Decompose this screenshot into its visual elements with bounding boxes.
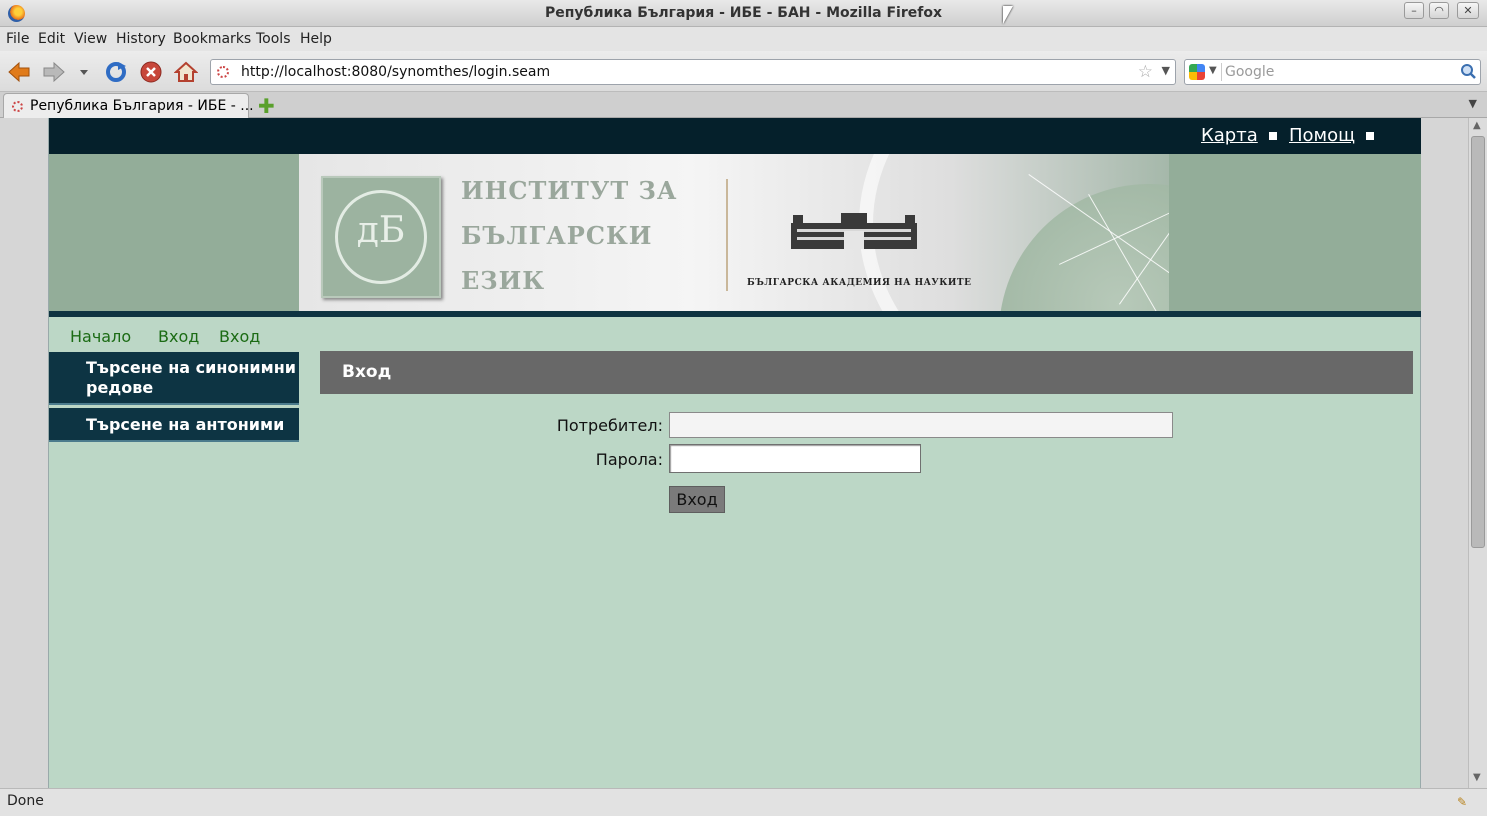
url-dropdown-icon[interactable]: ▼	[1162, 64, 1170, 77]
sidebar-item-label[interactable]: Търсене на синонимни редове	[86, 358, 299, 398]
breadcrumb-login[interactable]: Вход	[158, 327, 199, 346]
stop-icon[interactable]	[139, 60, 163, 84]
search-input[interactable]	[1225, 63, 1453, 81]
academy-name: БЪЛГАРСКА АКАДЕМИЯ НА НАУКИТЕ	[747, 278, 972, 288]
panel-header: Вход	[320, 351, 1413, 394]
navigation-toolbar: http://localhost:8080/synomthes/login.se…	[0, 51, 1487, 92]
password-label: Парола:	[595, 450, 663, 469]
menu-view[interactable]: View	[74, 31, 107, 47]
tab-loading-icon	[12, 101, 23, 112]
tab-bar: Република България - ИБЕ - ... ✚ ▼	[0, 92, 1487, 118]
site-banner: дБ ИНСТИТУТ ЗА БЪЛГАРСКИ ЕЗИК БЪЛГАРСКА …	[299, 154, 1169, 311]
back-arrow-icon[interactable]	[7, 60, 31, 84]
link-help[interactable]: Помощ	[1289, 125, 1355, 146]
status-text: Done	[7, 793, 44, 809]
tab-active[interactable]: Република България - ИБЕ - ...	[3, 93, 254, 118]
sidebar-item-antonyms[interactable]: Търсене на антоними	[49, 408, 299, 442]
separator-square	[1366, 132, 1374, 140]
panel-title: Вход	[342, 362, 392, 382]
status-bar: Done ✎	[0, 788, 1487, 816]
tab-title[interactable]: Република България - ИБЕ - ...	[30, 98, 254, 114]
minimize-button[interactable]: –	[1404, 2, 1424, 19]
search-bar: ▼	[1184, 59, 1481, 85]
window-title: Република България - ИБЕ - БАН - Mozilla…	[544, 5, 942, 21]
url-bar[interactable]: http://localhost:8080/synomthes/login.se…	[210, 59, 1176, 85]
maximize-button[interactable]: ◠	[1429, 2, 1449, 19]
banner-area: дБ ИНСТИТУТ ЗА БЪЛГАРСКИ ЕЗИК БЪЛГАРСКА …	[49, 154, 1421, 311]
page-loading-icon	[217, 66, 229, 78]
scroll-up-icon[interactable]: ▲	[1473, 120, 1481, 131]
engine-dropdown-icon[interactable]: ▼	[1209, 65, 1217, 76]
sidebar-item-label[interactable]: Търсене на антоними	[86, 415, 284, 435]
username-label: Потребител:	[556, 416, 663, 435]
menu-tools[interactable]: Tools	[256, 31, 291, 47]
menu-bar: File Edit View History Bookmarks Tools H…	[0, 27, 1487, 51]
breadcrumb-home[interactable]: Начало	[70, 327, 131, 346]
mouse-cursor-icon	[1003, 6, 1013, 24]
scrollbar-thumb[interactable]	[1471, 136, 1485, 548]
sidebar-item-synonyms[interactable]: Търсене на синонимни редове	[49, 352, 299, 405]
home-icon[interactable]	[174, 60, 198, 84]
login-button[interactable]: Вход	[669, 486, 725, 513]
institute-seal-logo: дБ	[321, 176, 441, 298]
separator-square	[1269, 132, 1277, 140]
academy-building-icon	[791, 213, 917, 249]
menu-file[interactable]: File	[6, 31, 29, 47]
bookmark-star-icon[interactable]: ☆	[1138, 62, 1153, 82]
reload-icon[interactable]	[104, 60, 128, 84]
link-map[interactable]: Карта	[1201, 125, 1258, 146]
institute-name-line-3: ЕЗИК	[461, 266, 546, 295]
history-dropdown-icon[interactable]	[76, 60, 92, 84]
addon-status-icon[interactable]: ✎	[1457, 795, 1467, 809]
institute-name-line-1: ИНСТИТУТ ЗА	[461, 176, 678, 205]
banner-stripe	[49, 311, 1421, 317]
site-top-band: Карта Помощ	[49, 118, 1421, 154]
search-separator	[1221, 63, 1222, 81]
page-body: Карта Помощ дБ ИНСТИТУТ ЗА БЪЛГАРСКИ ЕЗИ…	[48, 118, 1421, 788]
window-titlebar: Република България - ИБЕ - БАН - Mozilla…	[0, 0, 1487, 27]
google-engine-icon[interactable]	[1189, 64, 1205, 80]
search-magnifier-icon[interactable]	[1460, 63, 1476, 81]
browser-viewport: Карта Помощ дБ ИНСТИТУТ ЗА БЪЛГАРСКИ ЕЗИ…	[0, 118, 1487, 788]
close-window-button[interactable]: ✕	[1457, 2, 1479, 19]
password-field[interactable]	[669, 444, 921, 473]
menu-help[interactable]: Help	[300, 31, 332, 47]
forward-arrow-icon[interactable]	[42, 60, 66, 84]
scroll-down-icon[interactable]: ▼	[1473, 772, 1481, 783]
vertical-scrollbar[interactable]: ▲ ▼	[1468, 118, 1487, 788]
menu-edit[interactable]: Edit	[38, 31, 65, 47]
menu-history[interactable]: History	[116, 31, 166, 47]
banner-divider	[726, 179, 728, 291]
tab-list-icon[interactable]: ▼	[1469, 97, 1477, 110]
institute-name-line-2: БЪЛГАРСКИ	[461, 221, 653, 250]
new-tab-icon[interactable]: ✚	[258, 94, 275, 118]
seal-mark: дБ	[356, 210, 406, 251]
menu-bookmarks[interactable]: Bookmarks	[173, 31, 251, 47]
username-field[interactable]	[669, 412, 1173, 438]
url-text[interactable]: http://localhost:8080/synomthes/login.se…	[241, 64, 550, 80]
breadcrumb-login-current[interactable]: Вход	[219, 327, 260, 346]
